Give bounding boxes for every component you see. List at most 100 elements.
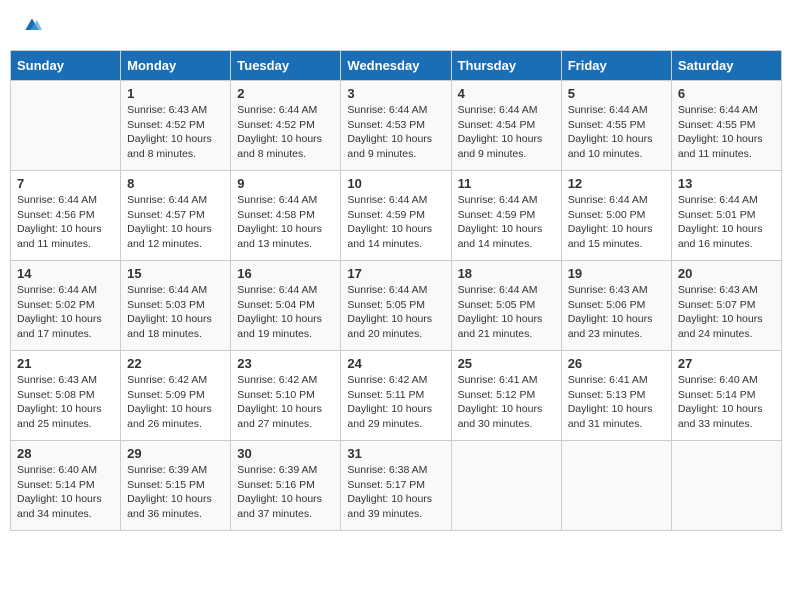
- day-info: Sunrise: 6:43 AMSunset: 5:08 PMDaylight:…: [17, 373, 114, 432]
- calendar-cell: 13 Sunrise: 6:44 AMSunset: 5:01 PMDayligh…: [671, 171, 781, 261]
- calendar-cell: 31 Sunrise: 6:38 AMSunset: 5:17 PMDayligh…: [341, 441, 451, 531]
- logo-icon: [22, 15, 42, 35]
- column-header-sunday: Sunday: [11, 51, 121, 81]
- day-number: 26: [568, 356, 665, 371]
- day-info: Sunrise: 6:44 AMSunset: 5:05 PMDaylight:…: [347, 283, 444, 342]
- day-info: Sunrise: 6:44 AMSunset: 4:58 PMDaylight:…: [237, 193, 334, 252]
- column-header-saturday: Saturday: [671, 51, 781, 81]
- calendar-cell: [451, 441, 561, 531]
- day-number: 23: [237, 356, 334, 371]
- day-info: Sunrise: 6:41 AMSunset: 5:13 PMDaylight:…: [568, 373, 665, 432]
- calendar-cell: 12 Sunrise: 6:44 AMSunset: 5:00 PMDayligh…: [561, 171, 671, 261]
- day-info: Sunrise: 6:44 AMSunset: 4:57 PMDaylight:…: [127, 193, 224, 252]
- calendar-cell: 16 Sunrise: 6:44 AMSunset: 5:04 PMDayligh…: [231, 261, 341, 351]
- header-row: SundayMondayTuesdayWednesdayThursdayFrid…: [11, 51, 782, 81]
- day-info: Sunrise: 6:44 AMSunset: 4:52 PMDaylight:…: [237, 103, 334, 162]
- column-header-thursday: Thursday: [451, 51, 561, 81]
- calendar-cell: 25 Sunrise: 6:41 AMSunset: 5:12 PMDayligh…: [451, 351, 561, 441]
- calendar-cell: 15Sunrise: 6:44 AMSunset: 5:03 PMDayligh…: [121, 261, 231, 351]
- day-info: Sunrise: 6:44 AMSunset: 5:04 PMDaylight:…: [237, 283, 334, 342]
- day-info: Sunrise: 6:44 AMSunset: 4:53 PMDaylight:…: [347, 103, 444, 162]
- day-number: 10: [347, 176, 444, 191]
- day-info: Sunrise: 6:43 AMSunset: 5:06 PMDaylight:…: [568, 283, 665, 342]
- day-info: Sunrise: 6:38 AMSunset: 5:17 PMDaylight:…: [347, 463, 444, 522]
- day-number: 12: [568, 176, 665, 191]
- calendar-cell: 22 Sunrise: 6:42 AMSunset: 5:09 PMDayligh…: [121, 351, 231, 441]
- day-number: 9: [237, 176, 334, 191]
- day-info: Sunrise: 6:44 AMSunset: 4:59 PMDaylight:…: [458, 193, 555, 252]
- day-number: 22: [127, 356, 224, 371]
- day-number: 2: [237, 86, 334, 101]
- day-info: Sunrise: 6:39 AMSunset: 5:15 PMDaylight:…: [127, 463, 224, 522]
- calendar-table: SundayMondayTuesdayWednesdayThursdayFrid…: [10, 50, 782, 531]
- calendar-cell: 19Sunrise: 6:43 AMSunset: 5:06 PMDayligh…: [561, 261, 671, 351]
- calendar-cell: 29 Sunrise: 6:39 AMSunset: 5:15 PMDayligh…: [121, 441, 231, 531]
- day-number: 11: [458, 176, 555, 191]
- day-number: 13: [678, 176, 775, 191]
- day-number: 25: [458, 356, 555, 371]
- day-number: 29: [127, 446, 224, 461]
- day-info: Sunrise: 6:42 AMSunset: 5:09 PMDaylight:…: [127, 373, 224, 432]
- calendar-header: SundayMondayTuesdayWednesdayThursdayFrid…: [11, 51, 782, 81]
- calendar-cell: 9 Sunrise: 6:44 AMSunset: 4:58 PMDaylight…: [231, 171, 341, 261]
- calendar-cell: 18 Sunrise: 6:44 AMSunset: 5:05 PMDayligh…: [451, 261, 561, 351]
- calendar-cell: 14Sunrise: 6:44 AMSunset: 5:02 PMDayligh…: [11, 261, 121, 351]
- column-header-tuesday: Tuesday: [231, 51, 341, 81]
- day-number: 31: [347, 446, 444, 461]
- calendar-cell: 7Sunrise: 6:44 AMSunset: 4:56 PMDaylight…: [11, 171, 121, 261]
- day-info: Sunrise: 6:44 AMSunset: 4:54 PMDaylight:…: [458, 103, 555, 162]
- day-number: 1: [127, 86, 224, 101]
- calendar-cell: 5 Sunrise: 6:44 AMSunset: 4:55 PMDaylight…: [561, 81, 671, 171]
- calendar-cell: 21 Sunrise: 6:43 AMSunset: 5:08 PMDayligh…: [11, 351, 121, 441]
- day-info: Sunrise: 6:43 AMSunset: 4:52 PMDaylight:…: [127, 103, 224, 162]
- day-info: Sunrise: 6:41 AMSunset: 5:12 PMDaylight:…: [458, 373, 555, 432]
- calendar-cell: 24Sunrise: 6:42 AMSunset: 5:11 PMDayligh…: [341, 351, 451, 441]
- day-number: 20: [678, 266, 775, 281]
- day-info: Sunrise: 6:44 AMSunset: 4:55 PMDaylight:…: [568, 103, 665, 162]
- day-info: Sunrise: 6:43 AMSunset: 5:07 PMDaylight:…: [678, 283, 775, 342]
- day-number: 14: [17, 266, 114, 281]
- calendar-cell: 8 Sunrise: 6:44 AMSunset: 4:57 PMDaylight…: [121, 171, 231, 261]
- day-info: Sunrise: 6:44 AMSunset: 5:01 PMDaylight:…: [678, 193, 775, 252]
- week-row-2: 7Sunrise: 6:44 AMSunset: 4:56 PMDaylight…: [11, 171, 782, 261]
- day-number: 21: [17, 356, 114, 371]
- calendar-body: 1 Sunrise: 6:43 AMSunset: 4:52 PMDaylight…: [11, 81, 782, 531]
- calendar-cell: 4Sunrise: 6:44 AMSunset: 4:54 PMDaylight…: [451, 81, 561, 171]
- day-info: Sunrise: 6:44 AMSunset: 4:56 PMDaylight:…: [17, 193, 114, 252]
- day-number: 6: [678, 86, 775, 101]
- header: [10, 10, 782, 40]
- calendar-cell: 1 Sunrise: 6:43 AMSunset: 4:52 PMDaylight…: [121, 81, 231, 171]
- day-number: 30: [237, 446, 334, 461]
- day-info: Sunrise: 6:40 AMSunset: 5:14 PMDaylight:…: [17, 463, 114, 522]
- day-info: Sunrise: 6:44 AMSunset: 4:59 PMDaylight:…: [347, 193, 444, 252]
- calendar-cell: 27 Sunrise: 6:40 AMSunset: 5:14 PMDayligh…: [671, 351, 781, 441]
- week-row-4: 21 Sunrise: 6:43 AMSunset: 5:08 PMDayligh…: [11, 351, 782, 441]
- day-number: 5: [568, 86, 665, 101]
- calendar-cell: 17 Sunrise: 6:44 AMSunset: 5:05 PMDayligh…: [341, 261, 451, 351]
- day-info: Sunrise: 6:40 AMSunset: 5:14 PMDaylight:…: [678, 373, 775, 432]
- calendar-cell: 11 Sunrise: 6:44 AMSunset: 4:59 PMDayligh…: [451, 171, 561, 261]
- day-info: Sunrise: 6:44 AMSunset: 5:05 PMDaylight:…: [458, 283, 555, 342]
- day-number: 8: [127, 176, 224, 191]
- calendar-cell: 10 Sunrise: 6:44 AMSunset: 4:59 PMDayligh…: [341, 171, 451, 261]
- calendar-cell: 20 Sunrise: 6:43 AMSunset: 5:07 PMDayligh…: [671, 261, 781, 351]
- calendar-cell: 28Sunrise: 6:40 AMSunset: 5:14 PMDayligh…: [11, 441, 121, 531]
- day-info: Sunrise: 6:44 AMSunset: 5:03 PMDaylight:…: [127, 283, 224, 342]
- day-info: Sunrise: 6:44 AMSunset: 5:00 PMDaylight:…: [568, 193, 665, 252]
- week-row-1: 1 Sunrise: 6:43 AMSunset: 4:52 PMDaylight…: [11, 81, 782, 171]
- day-number: 17: [347, 266, 444, 281]
- logo: [20, 15, 42, 35]
- day-number: 27: [678, 356, 775, 371]
- week-row-5: 28Sunrise: 6:40 AMSunset: 5:14 PMDayligh…: [11, 441, 782, 531]
- day-info: Sunrise: 6:44 AMSunset: 4:55 PMDaylight:…: [678, 103, 775, 162]
- column-header-friday: Friday: [561, 51, 671, 81]
- day-number: 18: [458, 266, 555, 281]
- day-info: Sunrise: 6:39 AMSunset: 5:16 PMDaylight:…: [237, 463, 334, 522]
- day-number: 24: [347, 356, 444, 371]
- day-number: 16: [237, 266, 334, 281]
- column-header-wednesday: Wednesday: [341, 51, 451, 81]
- calendar-cell: [11, 81, 121, 171]
- calendar-cell: 30 Sunrise: 6:39 AMSunset: 5:16 PMDayligh…: [231, 441, 341, 531]
- week-row-3: 14Sunrise: 6:44 AMSunset: 5:02 PMDayligh…: [11, 261, 782, 351]
- calendar-cell: [671, 441, 781, 531]
